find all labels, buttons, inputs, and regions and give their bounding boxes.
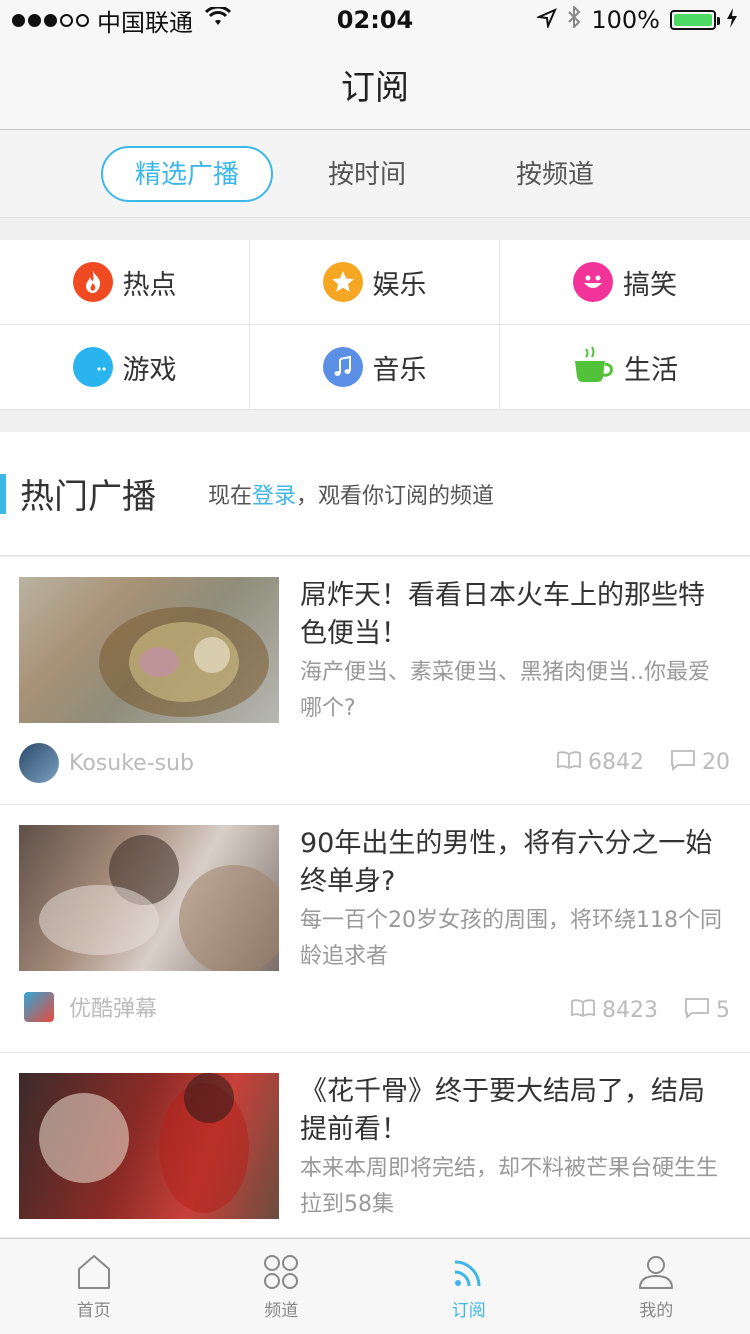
category-label: 生活	[624, 354, 678, 386]
navigation-bar: 订阅	[0, 40, 750, 130]
book-icon	[570, 998, 596, 1023]
category-life[interactable]: 生活	[500, 325, 750, 410]
tab-channels[interactable]: 频道	[188, 1239, 376, 1334]
tab-by-channel[interactable]: 按频道	[461, 146, 649, 202]
status-bar: 中国联通 02:04 100%	[0, 0, 750, 40]
drama-thumbnail-image[interactable]	[19, 1073, 279, 1219]
category-funny[interactable]: 搞笑	[500, 240, 750, 325]
feed-item[interactable]: 屌炸天！看看日本火车上的那些特色便当！ 海产便当、素菜便当、黑猪肉便当..你最爱…	[0, 557, 750, 805]
login-tip-suffix: ，观看你订阅的频道	[296, 483, 495, 509]
category-label: 游戏	[122, 354, 177, 386]
tab-label: 首页	[76, 1301, 111, 1321]
signal-strength-icon	[12, 13, 89, 27]
battery-percentage: 100%	[591, 6, 660, 34]
feed-item[interactable]: 《花千骨》终于要大结局了，结局提前看！ 本来本周即将完结，却不料被芒果台硬生生拉…	[0, 1053, 750, 1237]
smile-icon	[573, 262, 613, 302]
category-entertainment[interactable]: 娱乐	[250, 240, 500, 325]
segment-tabs: 精选广播 按时间 按频道	[0, 130, 750, 218]
charging-bolt-icon	[726, 6, 738, 34]
comment-icon	[670, 749, 696, 776]
category-grid: 热点 娱乐 搞笑 游戏 音乐 生活	[0, 240, 750, 410]
fire-icon	[72, 262, 113, 302]
item-stats: 6842 20	[556, 749, 730, 776]
item-stats: 8423 5	[570, 997, 730, 1024]
bento-thumbnail-image[interactable]	[19, 577, 279, 723]
category-games[interactable]: 游戏	[0, 325, 250, 410]
category-label: 音乐	[372, 354, 427, 386]
item-author[interactable]: Kosuke-sub	[19, 743, 194, 783]
section-title: 热门广播	[20, 477, 156, 517]
grid-circles-icon	[261, 1252, 301, 1292]
item-title: 90年出生的男性，将有六分之一始终单身?	[300, 828, 713, 897]
item-author[interactable]: 优酷弹幕	[19, 991, 157, 1023]
item-description: 每一百个20岁女孩的周围，将环绕118个同龄追求者	[300, 908, 722, 969]
login-tip: 现在登录，观看你订阅的频道	[208, 478, 494, 510]
rss-icon	[449, 1252, 489, 1292]
star-icon	[322, 262, 363, 302]
music-note-icon	[322, 347, 363, 387]
category-music[interactable]: 音乐	[250, 325, 500, 410]
carrier-name: 中国联通	[97, 8, 193, 37]
tab-label: 频道	[264, 1301, 299, 1321]
category-label: 热点	[122, 269, 177, 301]
couple-thumbnail-image[interactable]	[19, 825, 279, 971]
view-count: 8423	[602, 998, 658, 1023]
tab-label: 我的	[639, 1301, 674, 1321]
author-name: 优酷弹幕	[69, 997, 158, 1022]
page-title: 订阅	[341, 68, 409, 108]
coffee-cup-icon	[572, 345, 614, 389]
tab-label: 订阅	[451, 1301, 486, 1321]
category-label: 娱乐	[372, 269, 427, 301]
view-count: 6842	[588, 750, 644, 775]
avatar	[19, 743, 59, 783]
item-title: 屌炸天！看看日本火车上的那些特色便当！	[300, 580, 705, 649]
book-icon	[556, 750, 582, 775]
bluetooth-icon	[567, 4, 581, 34]
user-icon	[636, 1252, 676, 1292]
login-tip-prefix: 现在	[208, 483, 253, 509]
bottom-tab-bar: 首页 频道 订阅 我的	[0, 1238, 750, 1334]
feed-list: 屌炸天！看看日本火车上的那些特色便当！ 海产便当、素菜便当、黑猪肉便当..你最爱…	[0, 557, 750, 1237]
pacman-icon	[72, 347, 113, 387]
hot-broadcast-header: 热门广播 现在登录，观看你订阅的频道	[0, 432, 750, 556]
category-hot[interactable]: 热点	[0, 240, 250, 325]
comment-count: 5	[716, 998, 730, 1023]
home-icon	[74, 1252, 114, 1292]
login-link[interactable]: 登录	[252, 484, 296, 509]
tab-by-time[interactable]: 按时间	[273, 146, 461, 202]
comment-icon	[684, 997, 710, 1024]
tab-featured-broadcast[interactable]: 精选广播	[101, 145, 273, 202]
tab-home[interactable]: 首页	[0, 1239, 188, 1334]
author-name: Kosuke-sub	[69, 750, 194, 776]
feed-item[interactable]: 90年出生的男性，将有六分之一始终单身? 每一百个20岁女孩的周围，将环绕118…	[0, 805, 750, 1053]
location-arrow-icon	[535, 6, 558, 34]
comment-count: 20	[702, 750, 730, 775]
tab-subscribe[interactable]: 订阅	[375, 1239, 563, 1334]
category-label: 搞笑	[623, 269, 677, 301]
item-description: 本来本周即将完结，却不料被芒果台硬生生拉到58集	[300, 1156, 719, 1217]
battery-icon	[670, 10, 720, 30]
item-title: 《花千骨》终于要大结局了，结局提前看！	[300, 1076, 705, 1145]
avatar	[24, 992, 54, 1022]
wifi-icon	[204, 5, 232, 33]
tab-mine[interactable]: 我的	[563, 1239, 750, 1334]
item-description: 海产便当、素菜便当、黑猪肉便当..你最爱哪个?	[300, 660, 710, 721]
section-accent-bar	[0, 473, 6, 514]
